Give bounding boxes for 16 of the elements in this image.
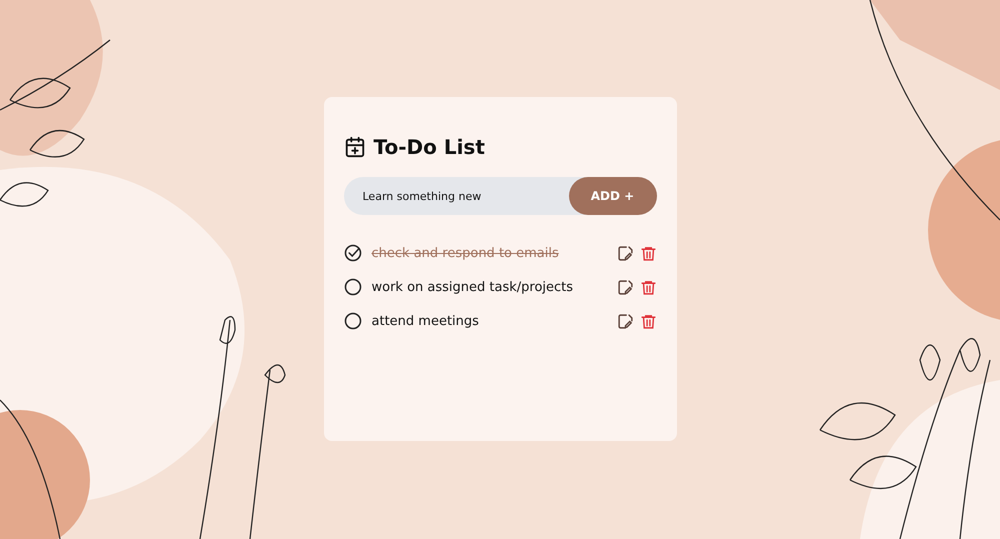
trash-icon[interactable] <box>640 312 656 330</box>
trash-icon[interactable] <box>640 278 656 296</box>
edit-icon[interactable] <box>616 312 634 330</box>
edit-icon[interactable] <box>616 244 634 262</box>
empty-circle-icon[interactable] <box>344 278 362 296</box>
edit-icon[interactable] <box>616 278 634 296</box>
task-text: work on assigned task/projects <box>372 280 574 294</box>
empty-circle-icon[interactable] <box>344 312 362 330</box>
add-button[interactable]: ADD + <box>568 177 656 215</box>
task-text: check and respond to emails <box>372 246 560 260</box>
card-title: To-Do List <box>374 135 485 159</box>
task-text: attend meetings <box>372 314 480 328</box>
checked-circle-icon[interactable] <box>344 244 362 262</box>
trash-icon[interactable] <box>640 244 656 262</box>
calendar-plus-icon <box>344 136 366 158</box>
task-input-field[interactable]: Learn something new ADD + <box>344 177 656 215</box>
